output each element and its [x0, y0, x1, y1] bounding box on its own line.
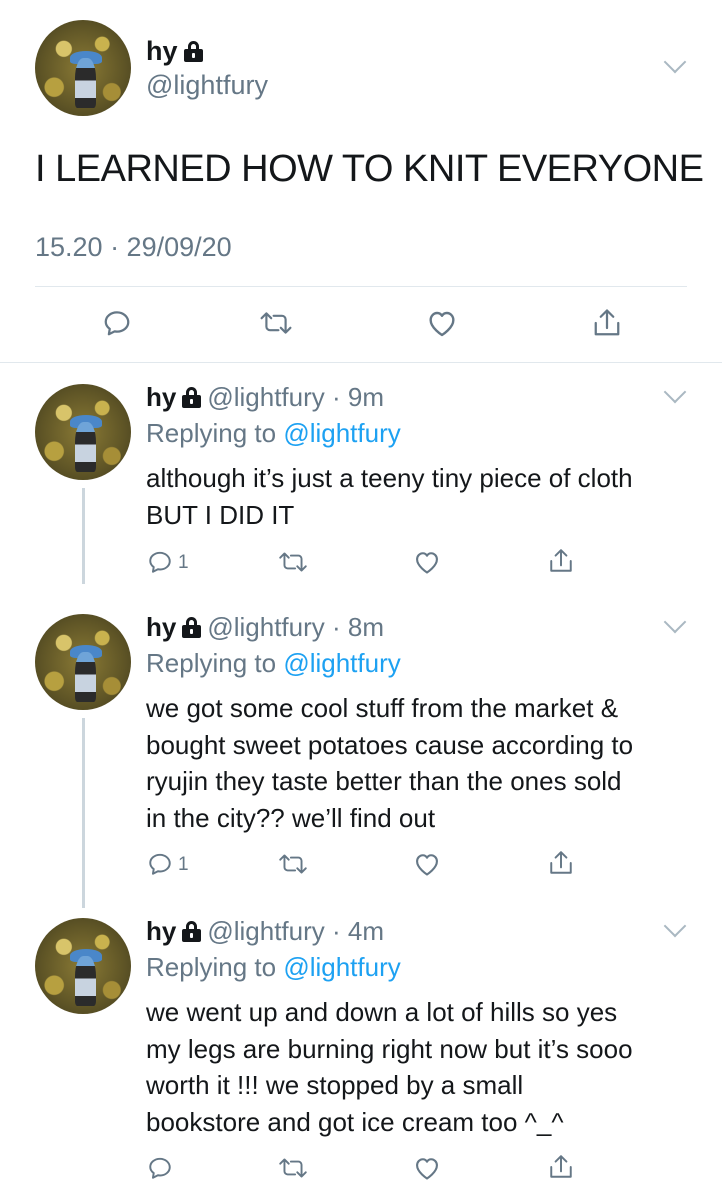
tweet-text: I LEARNED HOW TO KNIT EVERYONE: [35, 148, 704, 190]
share-icon[interactable]: [546, 544, 576, 578]
author-name[interactable]: hy: [146, 612, 176, 642]
retweet-icon[interactable]: [276, 1154, 310, 1182]
reply-header: hy @lightfury · 8m: [146, 612, 385, 642]
author-name[interactable]: hy: [146, 36, 203, 67]
thread-line: [82, 488, 85, 584]
share-icon[interactable]: [546, 846, 576, 880]
retweet-icon[interactable]: [256, 306, 296, 340]
chevron-down-icon[interactable]: [663, 610, 687, 634]
author-handle[interactable]: @lightfury: [207, 382, 324, 412]
reply-text: we got some cool stuff from the market &…: [146, 693, 634, 833]
avatar[interactable]: [35, 614, 131, 710]
chevron-down-icon[interactable]: [663, 380, 687, 404]
reply-icon[interactable]: [146, 850, 174, 878]
chevron-down-icon[interactable]: [663, 914, 687, 938]
replying-to: Replying to @lightfury: [146, 952, 401, 982]
author-name[interactable]: hy: [146, 916, 176, 946]
lock-icon: [182, 617, 202, 638]
divider: [0, 362, 722, 363]
reply-time: 9m: [347, 382, 385, 412]
author-handle[interactable]: @lightfury: [207, 916, 324, 946]
like-icon[interactable]: [412, 1154, 442, 1182]
share-icon[interactable]: [546, 1150, 576, 1184]
replying-to: Replying to @lightfury: [146, 418, 401, 448]
reply-header: hy @lightfury · 4m: [146, 916, 385, 946]
reply-text: we went up and down a lot of hills so ye…: [146, 997, 633, 1137]
avatar[interactable]: [35, 20, 131, 116]
reply-time: 8m: [347, 612, 385, 642]
retweet-icon[interactable]: [276, 548, 310, 576]
share-icon[interactable]: [590, 304, 624, 342]
avatar[interactable]: [35, 384, 131, 480]
replying-to: Replying to @lightfury: [146, 648, 401, 678]
avatar[interactable]: [35, 918, 131, 1014]
reply-count: 1: [178, 854, 189, 875]
reply-icon[interactable]: [146, 1154, 174, 1182]
like-icon[interactable]: [412, 850, 442, 878]
author-handle[interactable]: @lightfury: [207, 612, 324, 642]
author-handle[interactable]: @lightfury: [146, 70, 268, 101]
reply-icon[interactable]: [100, 306, 134, 340]
reply-time: 4m: [347, 916, 385, 946]
replying-to-link[interactable]: @lightfury: [283, 648, 400, 678]
lock-icon: [183, 41, 203, 62]
lock-icon: [182, 387, 202, 408]
replying-to-link[interactable]: @lightfury: [283, 418, 400, 448]
reply-text: although it’s just a teeny tiny piece of…: [146, 463, 633, 530]
reply-header: hy @lightfury · 9m: [146, 382, 385, 412]
reply-count: 1: [178, 552, 189, 573]
thread-line: [82, 718, 85, 908]
author-name[interactable]: hy: [146, 382, 176, 412]
replying-to-link[interactable]: @lightfury: [283, 952, 400, 982]
reply-icon[interactable]: [146, 548, 174, 576]
tweet-timestamp: 15.20 · 29/09/20: [35, 232, 232, 262]
lock-icon: [182, 921, 202, 942]
like-icon[interactable]: [412, 548, 442, 576]
like-icon[interactable]: [424, 306, 460, 340]
divider: [35, 286, 687, 287]
chevron-down-icon[interactable]: [663, 50, 687, 74]
retweet-icon[interactable]: [276, 850, 310, 878]
